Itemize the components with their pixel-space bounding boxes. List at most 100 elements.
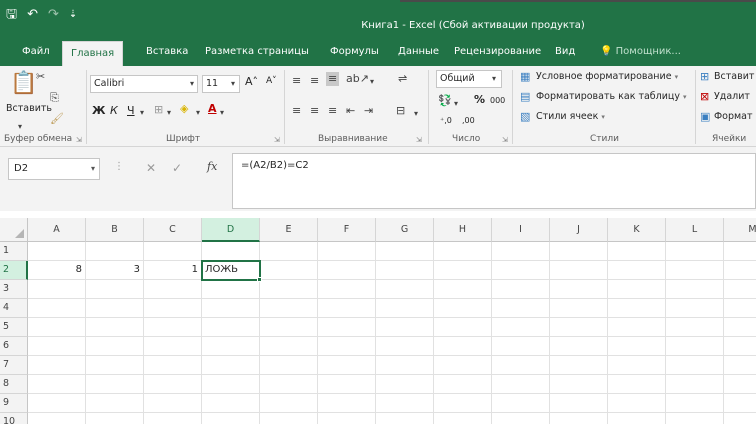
cell-l2[interactable] — [666, 261, 724, 280]
cell-c8[interactable] — [144, 375, 202, 394]
insert-function-icon[interactable]: fx — [207, 160, 217, 173]
worksheet-grid[interactable]: ABCDEFGHIJKLM 1 2 3 4 5 6 7 8 9 10 8 3 1 ЛОЖЬ — [0, 218, 756, 424]
cell-h9[interactable] — [434, 394, 492, 413]
cell-j8[interactable] — [550, 375, 608, 394]
cell-a2[interactable]: 8 — [28, 261, 86, 280]
cell-e4[interactable] — [260, 299, 318, 318]
cell-c1[interactable] — [144, 242, 202, 261]
fill-color-icon[interactable]: ◈ — [180, 102, 188, 116]
column-header-l[interactable]: L — [666, 218, 724, 242]
cell-h10[interactable] — [434, 413, 492, 424]
cell-e7[interactable] — [260, 356, 318, 375]
tab-page-layout[interactable]: Разметка страницы — [197, 37, 317, 66]
italic-button[interactable]: К — [110, 104, 118, 117]
tab-insert[interactable]: Вставка — [138, 37, 196, 66]
row-header-10[interactable]: 10 — [0, 413, 28, 424]
cell-g3[interactable] — [376, 280, 434, 299]
tab-view[interactable]: Вид — [547, 37, 583, 66]
cut-icon[interactable]: ✂ — [36, 70, 45, 84]
cell-a10[interactable] — [28, 413, 86, 424]
font-name-dropdown-icon[interactable]: ▾ — [190, 77, 194, 91]
cell-f9[interactable] — [318, 394, 376, 413]
cell-c3[interactable] — [144, 280, 202, 299]
enter-icon[interactable]: ✓ — [172, 161, 182, 175]
decrease-indent-icon[interactable]: ⇤ — [346, 104, 355, 118]
borders-dropdown-icon[interactable]: ▾ — [167, 106, 171, 120]
insert-cells-icon[interactable]: ⊞ — [700, 70, 709, 84]
thousands-separator-button[interactable]: 000 — [490, 96, 505, 105]
cell-e8[interactable] — [260, 375, 318, 394]
cell-c4[interactable] — [144, 299, 202, 318]
tab-data[interactable]: Данные — [390, 37, 447, 66]
cell-k8[interactable] — [608, 375, 666, 394]
cancel-icon[interactable]: ✕ — [146, 161, 156, 175]
cell-b1[interactable] — [86, 242, 144, 261]
cell-j10[interactable] — [550, 413, 608, 424]
row-header-5[interactable]: 5 — [0, 318, 28, 337]
tab-home[interactable]: Главная — [62, 41, 124, 66]
cell-e1[interactable] — [260, 242, 318, 261]
cell-c2[interactable]: 1 — [144, 261, 202, 280]
cell-j1[interactable] — [550, 242, 608, 261]
tab-formulas[interactable]: Формулы — [322, 37, 387, 66]
copy-icon[interactable]: ⎘ — [50, 91, 59, 105]
cell-j2[interactable] — [550, 261, 608, 280]
cell-g1[interactable] — [376, 242, 434, 261]
cell-b4[interactable] — [86, 299, 144, 318]
currency-icon[interactable]: 💱 — [438, 94, 452, 108]
row-header-4[interactable]: 4 — [0, 299, 28, 318]
cell-b7[interactable] — [86, 356, 144, 375]
cell-e2[interactable] — [260, 261, 318, 280]
tab-review[interactable]: Рецензирование — [446, 37, 549, 66]
cell-j4[interactable] — [550, 299, 608, 318]
cell-a3[interactable] — [28, 280, 86, 299]
cell-f6[interactable] — [318, 337, 376, 356]
align-top-icon[interactable]: ≡ — [292, 74, 301, 88]
cell-b2[interactable]: 3 — [86, 261, 144, 280]
align-left-icon[interactable]: ≡ — [292, 104, 301, 118]
format-painter-icon[interactable]: 🖌 — [50, 112, 64, 126]
tab-tell-me[interactable]: 💡 Помощник... — [592, 37, 689, 66]
cell-c5[interactable] — [144, 318, 202, 337]
cell-l6[interactable] — [666, 337, 724, 356]
row-header-1[interactable]: 1 — [0, 242, 28, 261]
paste-icon[interactable]: 📋 — [10, 72, 37, 96]
cell-a6[interactable] — [28, 337, 86, 356]
orientation-dropdown-icon[interactable]: ▾ — [370, 75, 374, 89]
borders-icon[interactable]: ⊞ — [154, 103, 163, 117]
cell-l4[interactable] — [666, 299, 724, 318]
cell-i3[interactable] — [492, 280, 550, 299]
delete-cells-icon[interactable]: ⊠ — [700, 90, 709, 104]
merge-dropdown-icon[interactable]: ▾ — [414, 107, 418, 121]
cell-a5[interactable] — [28, 318, 86, 337]
number-launcher-icon[interactable]: ⇲ — [502, 136, 508, 144]
column-header-f[interactable]: F — [318, 218, 376, 242]
cell-m9[interactable] — [724, 394, 756, 413]
cell-b9[interactable] — [86, 394, 144, 413]
cell-j3[interactable] — [550, 280, 608, 299]
font-color-icon[interactable]: A — [208, 102, 217, 116]
column-header-k[interactable]: K — [608, 218, 666, 242]
cell-a7[interactable] — [28, 356, 86, 375]
cell-c9[interactable] — [144, 394, 202, 413]
cell-c7[interactable] — [144, 356, 202, 375]
cell-g7[interactable] — [376, 356, 434, 375]
name-box[interactable]: D2 ▾ — [8, 158, 100, 180]
cell-i4[interactable] — [492, 299, 550, 318]
cell-m4[interactable] — [724, 299, 756, 318]
column-header-h[interactable]: H — [434, 218, 492, 242]
merge-cells-icon[interactable]: ⊟ — [396, 104, 405, 118]
increase-decimal-button[interactable]: ⁺,0 — [440, 116, 452, 125]
cell-b5[interactable] — [86, 318, 144, 337]
cell-k6[interactable] — [608, 337, 666, 356]
cell-i6[interactable] — [492, 337, 550, 356]
cell-d10[interactable] — [202, 413, 260, 424]
tab-file[interactable]: Файл — [14, 37, 58, 66]
cell-d9[interactable] — [202, 394, 260, 413]
cell-h7[interactable] — [434, 356, 492, 375]
cell-e9[interactable] — [260, 394, 318, 413]
cell-d1[interactable] — [202, 242, 260, 261]
percent-button[interactable]: % — [474, 93, 485, 106]
align-bottom-icon[interactable]: ≡ — [326, 72, 340, 86]
align-middle-icon[interactable]: ≡ — [310, 74, 319, 88]
